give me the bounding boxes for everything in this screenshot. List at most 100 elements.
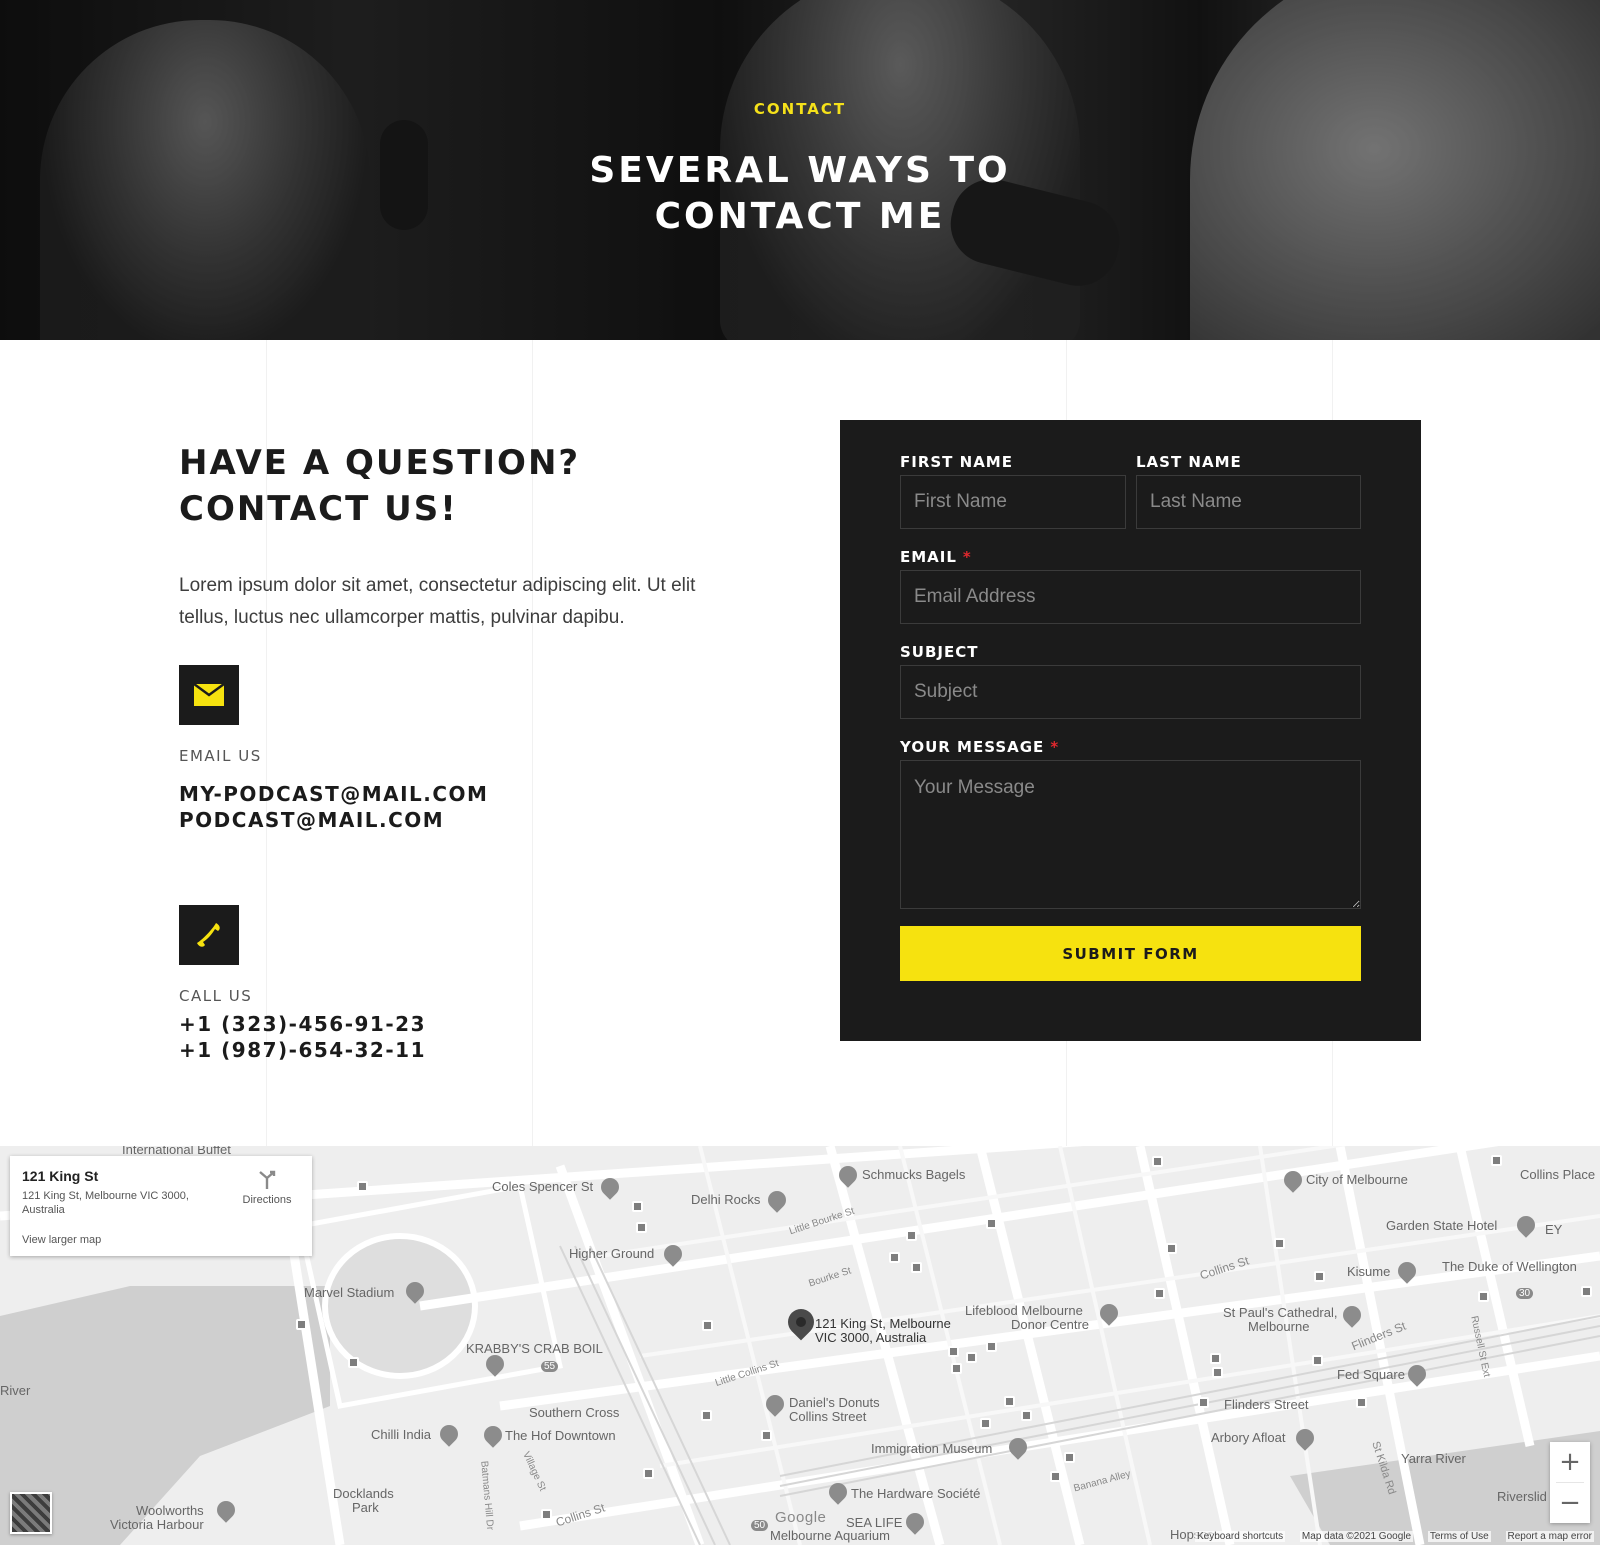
map-place-label[interactable]: Immigration Museum [871, 1441, 992, 1456]
map-place-label[interactable]: City of Melbourne [1306, 1172, 1408, 1187]
phone-number[interactable]: +1 (987)-654-32-11 [179, 1037, 426, 1063]
required-asterisk: * [1050, 738, 1060, 756]
satellite-toggle-thumbnail[interactable] [10, 1492, 52, 1534]
map-parking-icon [951, 1363, 962, 1374]
map-place-label[interactable]: St Paul's Cathedral, [1223, 1305, 1338, 1320]
map-place-label[interactable]: The Hardware Société [851, 1486, 980, 1501]
zoom-out-button[interactable]: − [1550, 1483, 1590, 1523]
map-parking-icon [1356, 1397, 1367, 1408]
map-place-label[interactable]: Southern Cross [529, 1405, 619, 1420]
terms-of-use-link[interactable]: Terms of Use [1427, 1531, 1491, 1542]
map-data-attribution: Map data ©2021 Google [1299, 1531, 1414, 1542]
map-info-card: 121 King St 121 King St, Melbourne VIC 3… [10, 1156, 312, 1256]
pin-address-line: 121 King St, Melbourne [815, 1316, 951, 1331]
map-parking-icon [1491, 1155, 1502, 1166]
map-parking-icon [348, 1357, 359, 1368]
map-parking-icon [1198, 1397, 1209, 1408]
map-place-label[interactable]: Kisume [1347, 1264, 1390, 1279]
map-parking-icon [889, 1252, 900, 1263]
map-place-label[interactable]: Chilli India [371, 1427, 431, 1442]
map-parking-icon [632, 1201, 643, 1212]
pin-address-line: VIC 3000, Australia [815, 1330, 927, 1345]
map-parking-icon [1312, 1355, 1323, 1366]
map-parking-icon [702, 1320, 713, 1331]
message-field[interactable] [900, 760, 1361, 909]
map-place-label[interactable]: Riverslid [1497, 1489, 1547, 1504]
contact-form: FIRST NAME LAST NAME EMAIL * SUBJECT YOUR… [840, 420, 1421, 1041]
map-place-label[interactable]: Daniel's Donuts [789, 1395, 880, 1410]
message-label-text: YOUR MESSAGE [900, 738, 1045, 756]
email-field-label: EMAIL * [900, 548, 972, 566]
map-place-label[interactable]: Collins Place [1520, 1167, 1595, 1182]
map-place-label[interactable]: River [0, 1383, 30, 1398]
first-name-field[interactable] [900, 475, 1126, 529]
phone-icon [179, 905, 239, 965]
last-name-field[interactable] [1136, 475, 1361, 529]
email-address[interactable]: PODCAST@MAIL.COM [179, 807, 444, 833]
route-badge: 55 [541, 1361, 559, 1372]
map-parking-icon [906, 1230, 917, 1241]
map-parking-icon [1166, 1243, 1177, 1254]
hero-title: SEVERAL WAYS TO CONTACT ME [589, 150, 1011, 237]
section-title-line: CONTACT US! [179, 489, 458, 529]
map-place-label[interactable]: Delhi Rocks [691, 1192, 760, 1207]
map-place-label[interactable]: Park [352, 1500, 379, 1515]
map-parking-icon [1021, 1410, 1032, 1421]
keyboard-shortcuts-link[interactable]: Keyboard shortcuts [1194, 1531, 1286, 1542]
phone-number[interactable]: +1 (323)-456-91-23 [179, 1011, 426, 1037]
view-larger-map-link[interactable]: View larger map [22, 1234, 101, 1246]
last-name-label: LAST NAME [1136, 453, 1242, 471]
map-parking-icon [541, 1509, 552, 1520]
map-card-address: 121 King St, Melbourne VIC 3000, Austral… [22, 1190, 189, 1216]
map-parking-icon [980, 1418, 991, 1429]
map-place-label[interactable]: Marvel Stadium [304, 1285, 394, 1300]
submit-form-button[interactable]: SUBMIT FORM [900, 926, 1361, 981]
map-place-label[interactable]: Melbourne [1248, 1319, 1309, 1334]
map-parking-icon [1064, 1452, 1075, 1463]
map-place-label[interactable]: Melbourne Aquarium [770, 1528, 890, 1543]
map-place-label[interactable]: Flinders Street [1224, 1397, 1309, 1412]
map-place-label[interactable]: The Duke of Wellington [1442, 1259, 1577, 1274]
map-place-label[interactable]: Arbory Afloat [1211, 1430, 1285, 1445]
map-parking-icon [1154, 1288, 1165, 1299]
map-place-label[interactable]: Higher Ground [569, 1246, 654, 1261]
map-parking-icon [643, 1468, 654, 1479]
directions-button[interactable]: Directions [232, 1168, 302, 1206]
contact-section: HAVE A QUESTION? CONTACT US! Lorem ipsum… [0, 340, 1600, 1146]
map-card-title: 121 King St [22, 1168, 99, 1184]
map-place-label[interactable]: Yarra River [1401, 1451, 1466, 1466]
report-map-error-link[interactable]: Report a map error [1505, 1531, 1594, 1542]
route-badge: 50 [751, 1520, 769, 1531]
map-place-label[interactable]: Garden State Hotel [1386, 1218, 1497, 1233]
map-place-label[interactable]: Victoria Harbour [110, 1517, 204, 1532]
hero-banner: CONTACT SEVERAL WAYS TO CONTACT ME [0, 0, 1600, 340]
intro-paragraph: Lorem ipsum dolor sit amet, consectetur … [179, 575, 696, 628]
zoom-in-button[interactable]: + [1550, 1442, 1590, 1482]
map-place-label[interactable]: Fed Square [1337, 1367, 1405, 1382]
map-place-label[interactable]: Donor Centre [1011, 1317, 1089, 1332]
email-field[interactable] [900, 570, 1361, 624]
map-place-label[interactable]: Coles Spencer St [492, 1179, 593, 1194]
map-parking-icon [357, 1181, 368, 1192]
email-address[interactable]: MY-PODCAST@MAIL.COM [179, 781, 488, 807]
map-place-label[interactable]: The Hof Downtown [505, 1428, 616, 1443]
subject-field[interactable] [900, 665, 1361, 719]
map-place-label[interactable]: Docklands [333, 1486, 394, 1501]
map-place-label[interactable]: Collins Street [789, 1409, 866, 1424]
map-parking-icon [986, 1341, 997, 1352]
google-map[interactable]: International Buffet Coles Spencer St Sc… [0, 1146, 1600, 1545]
map-place-label[interactable]: Lifeblood Melbourne [965, 1303, 1083, 1318]
map-place-label[interactable]: EY [1545, 1222, 1562, 1237]
envelope-icon [179, 665, 239, 725]
map-parking-icon [1274, 1238, 1285, 1249]
map-parking-icon [1004, 1396, 1015, 1407]
map-parking-icon [1050, 1471, 1061, 1482]
map-place-label[interactable]: Woolworths [136, 1503, 204, 1518]
map-parking-icon [761, 1430, 772, 1441]
map-place-label[interactable]: KRABBY'S CRAB BOIL [466, 1341, 603, 1356]
route-badge: 30 [1516, 1288, 1534, 1299]
map-parking-icon [1212, 1367, 1223, 1378]
map-place-label[interactable]: Schmucks Bagels [862, 1167, 965, 1182]
hero-eyebrow: CONTACT [753, 100, 847, 118]
section-title-line: HAVE A QUESTION? [179, 443, 581, 483]
